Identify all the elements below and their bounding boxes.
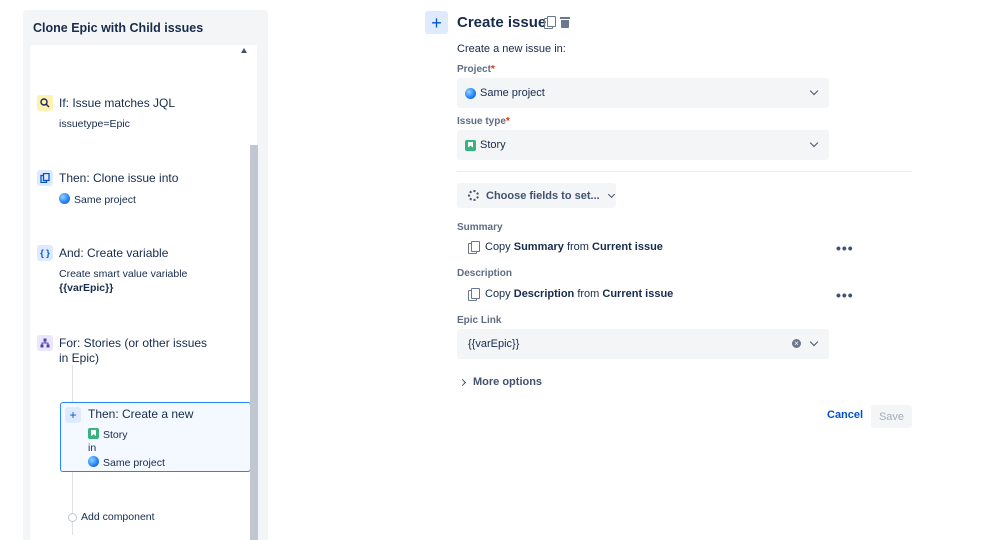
step-create-new-selected[interactable]: + Then: Create a new Story in Same proje… xyxy=(60,402,251,472)
step-title: And: Create variable xyxy=(59,246,169,260)
chevron-right-icon xyxy=(458,378,467,386)
project-globe-icon xyxy=(88,456,99,467)
branch-icon xyxy=(37,335,53,351)
trash-icon[interactable] xyxy=(560,16,570,28)
add-component-link[interactable]: Add component xyxy=(81,511,155,523)
project-value: Same project xyxy=(480,87,545,99)
issue-type-label: Issue type* xyxy=(457,116,510,127)
epic-link-value: {{varEpic}} xyxy=(468,338,520,350)
step-issue-type: Story xyxy=(88,428,128,441)
description-copy-row: Copy Description from Current issue xyxy=(468,288,673,301)
divider xyxy=(457,171,912,172)
rule-steps-list[interactable]: If: Issue matches JQL issuetype=Epic The… xyxy=(30,45,257,540)
scroll-up-arrow-icon[interactable] xyxy=(241,48,247,53)
summary-copy-row: Copy Summary from Current issue xyxy=(468,241,663,254)
step-title: For: Stories (or other issues xyxy=(59,336,208,350)
copy-icon xyxy=(37,170,53,186)
chevron-down-icon xyxy=(607,190,615,198)
step-detail: Create smart value variable xyxy=(59,268,188,280)
variable-name: {{varEpic}} xyxy=(59,282,114,294)
cancel-button[interactable]: Cancel xyxy=(827,409,863,421)
step-title-continued: in Epic) xyxy=(59,351,100,365)
chevron-down-icon xyxy=(809,138,819,148)
scrollbar[interactable] xyxy=(250,145,258,540)
step-title: Then: Clone issue into xyxy=(59,171,179,185)
title-actions xyxy=(544,16,570,29)
add-component-dot xyxy=(68,513,77,522)
copy-icon xyxy=(468,241,480,254)
story-icon xyxy=(88,428,99,439)
copy-icon xyxy=(468,288,480,301)
create-issue-plus-icon: + xyxy=(425,11,448,34)
project-label: Project* xyxy=(457,64,495,75)
gear-icon xyxy=(468,190,479,201)
summary-more-icon[interactable]: ••• xyxy=(836,241,854,255)
step-connector: in xyxy=(88,442,97,454)
step-detail: Same project xyxy=(59,193,136,206)
step-project: Same project xyxy=(88,456,165,469)
chevron-down-icon xyxy=(809,337,819,347)
clear-icon[interactable]: × xyxy=(792,339,801,348)
plus-icon: + xyxy=(65,407,81,423)
summary-label: Summary xyxy=(457,222,503,233)
rule-title: Clone Epic with Child issues xyxy=(33,21,204,35)
search-icon xyxy=(37,95,53,111)
rule-panel: Clone Epic with Child issues If: Issue m… xyxy=(23,10,268,540)
description-label: Description xyxy=(457,268,513,279)
step-title: Then: Create a new xyxy=(88,407,194,421)
choose-fields-button[interactable]: Choose fields to set... xyxy=(457,183,616,208)
epic-link-label: Epic Link xyxy=(457,315,502,326)
form-title: Create issue xyxy=(457,14,547,31)
issue-type-select[interactable]: Story xyxy=(457,130,829,160)
project-globe-icon xyxy=(465,87,476,99)
save-button[interactable]: Save xyxy=(871,405,912,428)
issue-type-value: Story xyxy=(480,139,506,151)
story-icon xyxy=(465,139,476,151)
step-detail: issuetype=Epic xyxy=(59,118,130,130)
more-options-toggle[interactable]: More options xyxy=(458,376,542,388)
project-globe-icon xyxy=(59,193,70,204)
description-more-icon[interactable]: ••• xyxy=(836,288,854,302)
chevron-down-icon xyxy=(809,86,819,96)
epic-link-select[interactable]: {{varEpic}} × xyxy=(457,329,829,359)
braces-icon: { } xyxy=(37,245,53,261)
form-intro: Create a new issue in: xyxy=(457,43,566,55)
duplicate-icon[interactable] xyxy=(544,16,556,29)
project-select[interactable]: Same project xyxy=(457,78,829,108)
step-title: If: Issue matches JQL xyxy=(59,96,176,110)
